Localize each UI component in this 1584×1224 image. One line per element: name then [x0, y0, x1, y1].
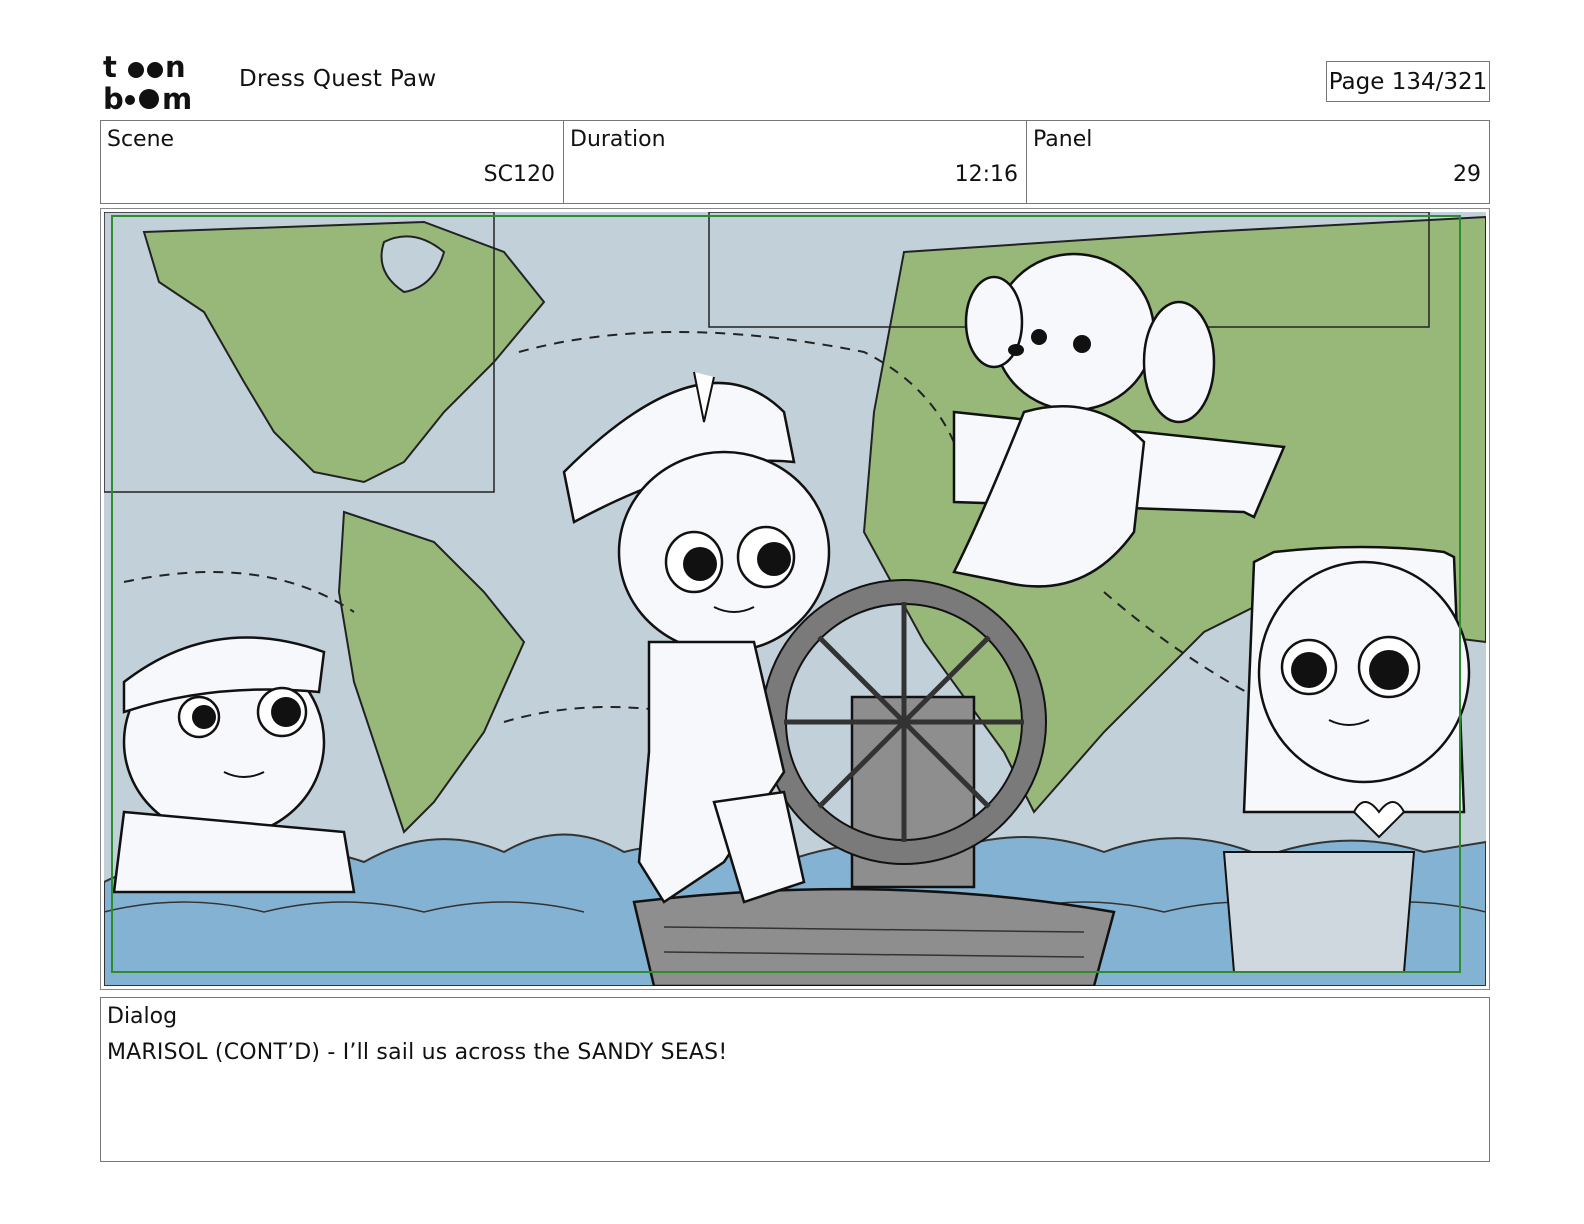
panel-info-table: Scene SC120 Duration 12:16 Panel 29	[100, 120, 1490, 204]
svg-text:t: t	[103, 52, 117, 84]
duration-cell: Duration 12:16	[563, 121, 1026, 203]
panel-illustration	[104, 212, 1486, 986]
storyboard-panel	[100, 208, 1490, 990]
scene-value: SC120	[483, 162, 555, 187]
duration-value: 12:16	[954, 162, 1018, 187]
duration-label: Duration	[570, 127, 666, 152]
svg-text:n: n	[165, 52, 186, 84]
page-indicator: Page 134/321	[1326, 61, 1490, 102]
dialog-text: MARISOL (CONT’D) - I’ll sail us across t…	[107, 1040, 728, 1065]
panel-value: 29	[1453, 162, 1481, 187]
left-child-character	[112, 636, 356, 894]
dialog-box: Dialog MARISOL (CONT’D) - I’ll sail us a…	[100, 997, 1490, 1162]
scene-label: Scene	[107, 127, 175, 152]
toon-boom-logo: t n b m	[103, 52, 192, 112]
dialog-label: Dialog	[107, 1004, 178, 1029]
svg-text:b: b	[103, 82, 124, 112]
panel-cell: Panel 29	[1026, 121, 1489, 203]
svg-text:m: m	[162, 82, 192, 112]
project-title: Dress Quest Paw	[239, 66, 437, 92]
scene-cell: Scene SC120	[101, 121, 563, 203]
panel-label: Panel	[1033, 127, 1093, 152]
